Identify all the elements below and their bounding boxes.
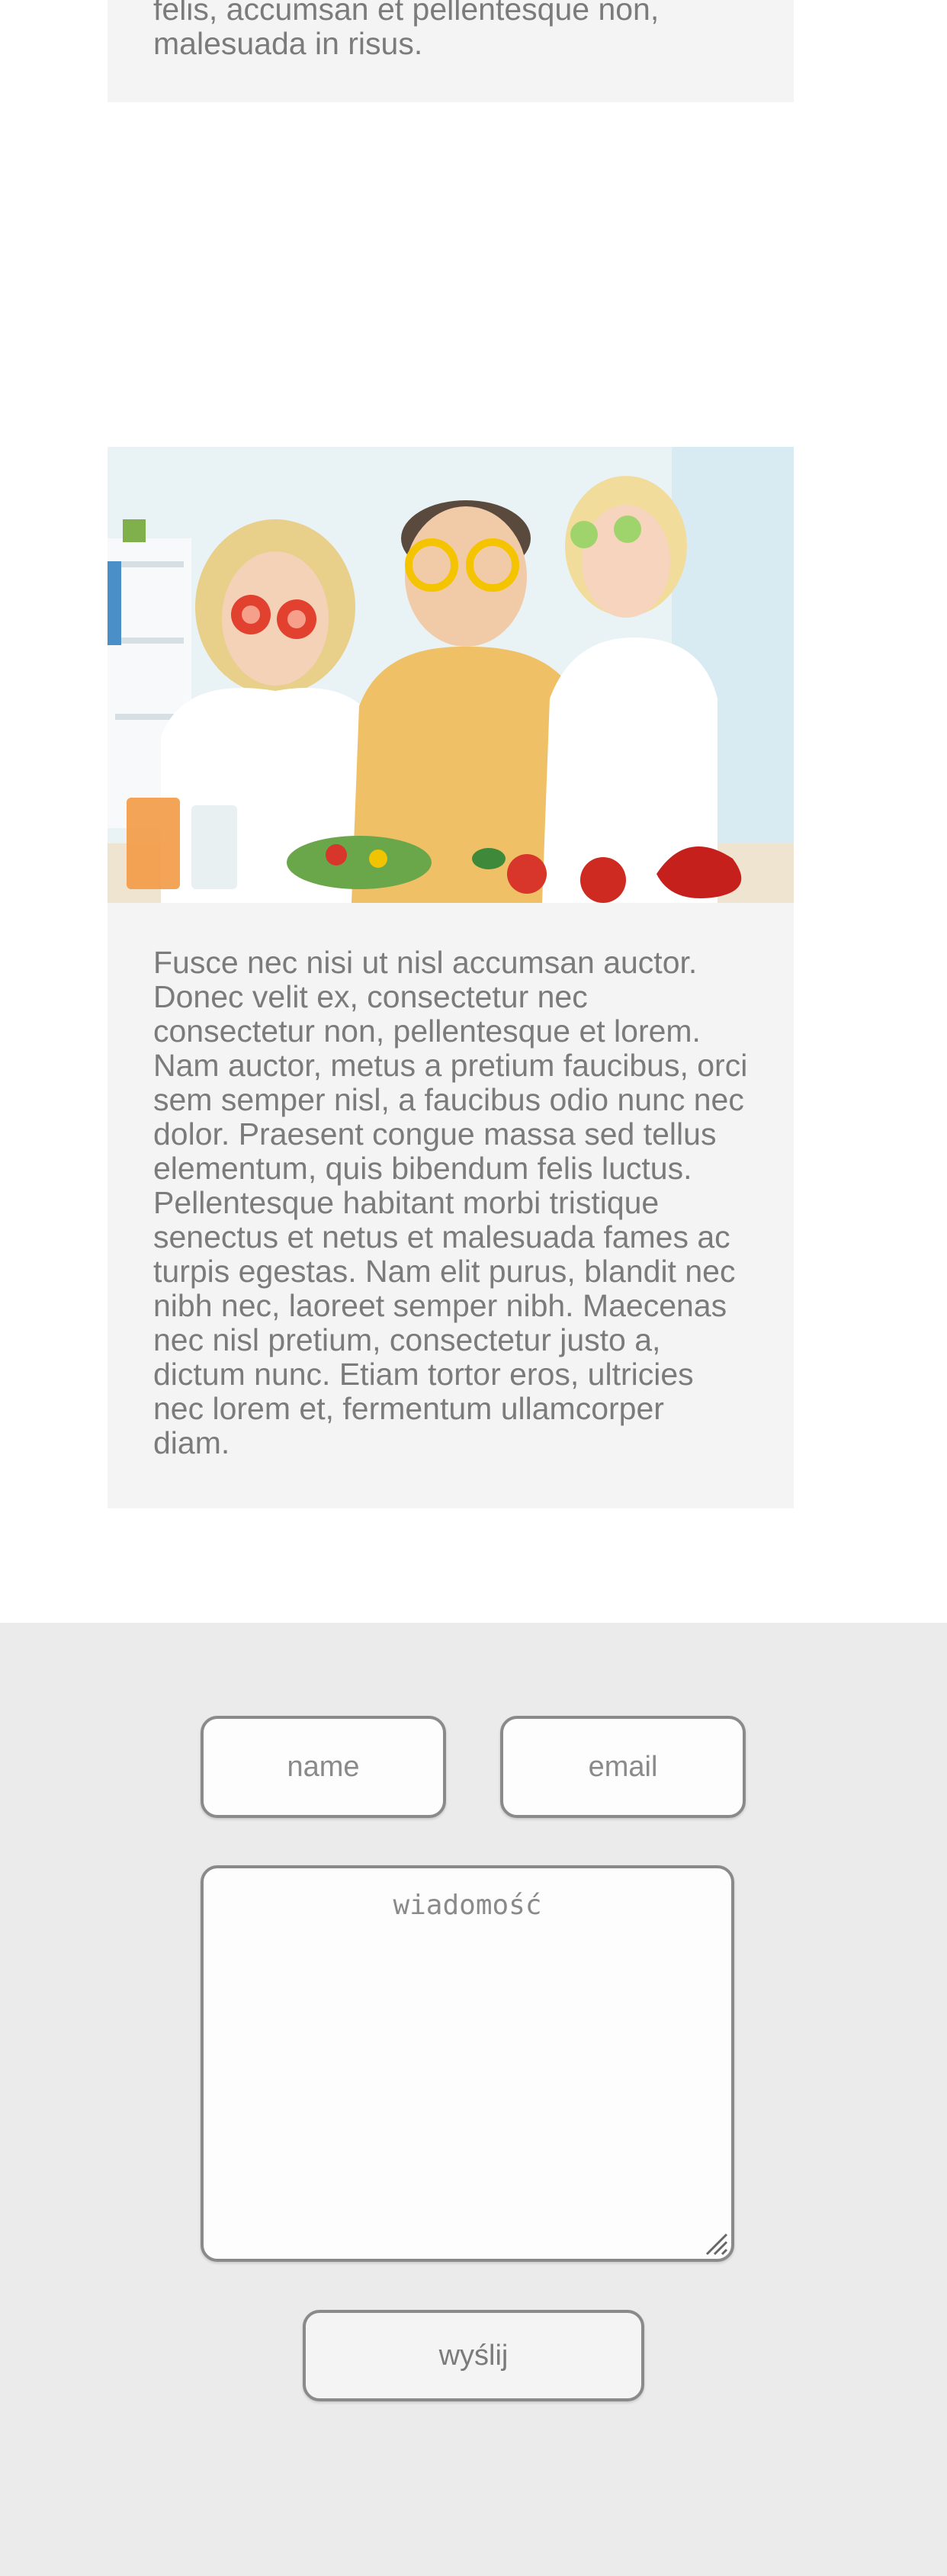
contact-form: name email wiadomość wyślij	[0, 1623, 947, 2576]
family-vegetables-photo	[108, 447, 794, 903]
message-textarea[interactable]: wiadomość	[201, 1865, 734, 2262]
email-input[interactable]: email	[500, 1716, 746, 1818]
article-card-main: Fusce nec nisi ut nisl accumsan auctor. …	[108, 447, 794, 1508]
resize-grip-icon[interactable]	[702, 2230, 728, 2256]
name-input[interactable]: name	[201, 1716, 446, 1818]
article-text-top: felis, accumsan et pellentesque non, mal…	[153, 0, 660, 61]
send-button[interactable]: wyślij	[303, 2310, 644, 2401]
article-card-top: felis, accumsan et pellentesque non, mal…	[108, 0, 794, 102]
article-text-main: Fusce nec nisi ut nisl accumsan auctor. …	[153, 945, 748, 1460]
name-placeholder: name	[287, 1751, 360, 1783]
send-button-label: wyślij	[438, 2340, 509, 2372]
message-placeholder: wiadomość	[393, 1890, 542, 1921]
email-placeholder: email	[588, 1751, 658, 1783]
